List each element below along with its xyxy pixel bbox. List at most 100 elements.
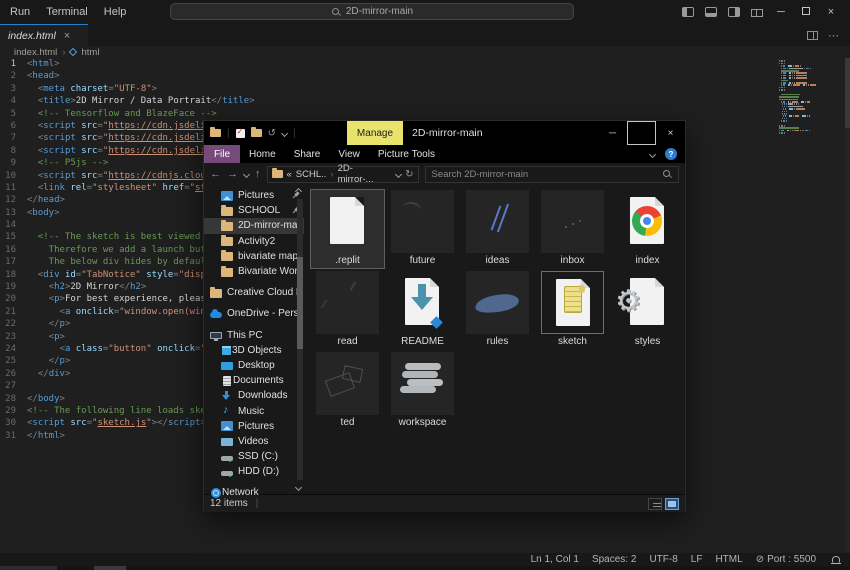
language-mode[interactable]: HTML — [715, 554, 742, 565]
sidebar-item-desktop[interactable]: Desktop — [204, 358, 304, 373]
line-number: 5 — [0, 108, 16, 120]
split-editor-icon[interactable] — [807, 31, 818, 40]
new-folder-icon[interactable] — [251, 129, 262, 137]
file-tile-rules[interactable]: rules — [460, 270, 535, 350]
taskbar-app-segment[interactable] — [0, 566, 57, 570]
help-icon[interactable]: ? — [665, 148, 677, 160]
symbol-cube-icon — [69, 48, 77, 56]
file-tile-sketch[interactable]: sketch — [535, 270, 610, 350]
sidebar-item-network[interactable]: Network — [204, 485, 304, 500]
explorer-back-icon[interactable]: ← — [210, 168, 221, 180]
expand-ribbon-icon[interactable] — [649, 150, 656, 157]
encoding[interactable]: UTF-8 — [649, 554, 677, 565]
file-icon — [391, 190, 454, 253]
sidebar-item-school[interactable]: SCHOOL — [204, 203, 304, 218]
eol[interactable]: LF — [691, 554, 703, 565]
ribbon-tab-picture-tools[interactable]: Picture Tools — [369, 145, 444, 163]
line-number: 14 — [0, 219, 16, 231]
explorer-minimize-button[interactable]: ─ — [598, 121, 627, 145]
address-crumb-current[interactable]: 2D-mirror-... — [338, 163, 389, 185]
close-tab-icon[interactable]: × — [64, 30, 70, 42]
sidebar-item-videos[interactable]: Videos — [204, 434, 304, 449]
folder-icon[interactable] — [210, 129, 221, 137]
sidebar-item-ssd-c[interactable]: SSD (C:) — [204, 449, 304, 464]
code-text: </body> — [27, 393, 65, 405]
file-tile-read[interactable]: read — [310, 270, 385, 350]
sidebar-item-activity2[interactable]: Activity2 — [204, 234, 304, 249]
file-tile-styles[interactable]: ⚙styles — [610, 270, 685, 350]
sidebar-item-documents[interactable]: Documents — [204, 373, 304, 388]
properties-icon[interactable] — [236, 129, 245, 138]
taskbar-app-segment[interactable] — [94, 566, 126, 570]
address-bar[interactable]: « SCHL.. › 2D-mirror-... ↻ — [267, 166, 419, 183]
sidebar-item-music[interactable]: Music — [204, 403, 304, 418]
sidebar-item-bivariate-map[interactable]: bivariate map — [204, 249, 304, 264]
manage-tab[interactable]: Manage — [347, 121, 403, 145]
sidebar-scrollbar[interactable] — [297, 199, 303, 480]
menu-terminal[interactable]: Terminal — [46, 6, 88, 18]
notifications-bell-icon[interactable] — [832, 556, 840, 563]
toggle-panel-icon[interactable] — [705, 7, 717, 17]
download-icon — [221, 391, 233, 401]
explorer-close-button[interactable]: × — [656, 121, 685, 145]
menu-help[interactable]: Help — [104, 6, 127, 18]
sidebar-item-hdd-d[interactable]: HDD (D:) — [204, 464, 304, 479]
address-dropdown-icon[interactable] — [395, 170, 402, 177]
sidebar-item-2d-mirror-main[interactable]: 2D-mirror-main — [204, 218, 304, 233]
file-tile-index[interactable]: index — [610, 189, 685, 269]
more-actions-icon[interactable]: ⋯ — [828, 29, 840, 42]
sidebar-item-pictures[interactable]: Pictures — [204, 419, 304, 434]
up-icon[interactable]: ↑ — [255, 168, 261, 180]
file-name: README — [386, 336, 459, 347]
file-tile-workspace[interactable]: workspace — [385, 351, 460, 431]
command-center-search[interactable]: 2D-mirror-main — [170, 3, 574, 20]
editor-scrollbar[interactable] — [845, 58, 850, 553]
breadcrumb-file[interactable]: index.html — [14, 47, 57, 58]
explorer-search-box[interactable]: Search 2D-mirror-main — [425, 166, 680, 183]
sidebar-item-downloads[interactable]: Downloads — [204, 388, 304, 403]
code-text: Therefore we add a launch button — [27, 244, 222, 256]
sidebar-item-pictures[interactable]: Pictures — [204, 188, 304, 203]
address-root[interactable]: « — [287, 169, 292, 180]
cursor-position[interactable]: Ln 1, Col 1 — [531, 554, 579, 565]
file-tile-readme[interactable]: README — [385, 270, 460, 350]
customize-qat-icon[interactable] — [281, 129, 288, 136]
restore-button[interactable] — [799, 6, 813, 18]
file-tile-future[interactable]: future — [385, 189, 460, 269]
toggle-sidebar-icon[interactable] — [682, 7, 694, 17]
breadcrumb-symbol[interactable]: html — [81, 47, 99, 58]
details-view-icon[interactable] — [648, 498, 662, 510]
customize-layout-icon[interactable] — [751, 7, 763, 17]
file-tile-replit[interactable]: .replit — [310, 189, 385, 269]
line-number: 7 — [0, 132, 16, 144]
file-tile-ted[interactable]: ted — [310, 351, 385, 431]
refresh-icon[interactable]: ↻ — [405, 169, 413, 180]
address-crumb-parent[interactable]: SCHL.. — [296, 169, 327, 180]
explorer-maximize-button[interactable] — [627, 121, 656, 145]
file-tile-ideas[interactable]: ideas — [460, 189, 535, 269]
sidebar-item-3d-objects[interactable]: 3D Objects — [204, 343, 304, 358]
sidebar-item-onedrive-person[interactable]: OneDrive - Person — [204, 306, 304, 321]
sidebar-item-this-pc[interactable]: This PC — [204, 328, 304, 343]
minimap[interactable] — [779, 60, 841, 134]
recent-locations-icon[interactable] — [243, 170, 250, 177]
file-tile-inbox[interactable]: inbox — [535, 189, 610, 269]
toggle-secondary-sidebar-icon[interactable] — [728, 7, 740, 17]
undo-icon[interactable]: ↺ — [268, 128, 276, 139]
thumbnail-view-icon[interactable] — [665, 498, 679, 510]
live-server-port[interactable]: ⊘ Port : 5500 — [756, 554, 816, 565]
tab-index-html[interactable]: index.html × — [0, 24, 88, 46]
minimize-button[interactable]: ─ — [774, 6, 788, 18]
file-icon — [316, 190, 379, 253]
ribbon-tab-share[interactable]: Share — [285, 145, 330, 163]
sidebar-item-creative-cloud-fil[interactable]: Creative Cloud Fil — [204, 285, 304, 300]
close-button[interactable]: × — [824, 6, 838, 18]
ribbon-tab-view[interactable]: View — [329, 145, 369, 163]
sidebar-item-bivariate-worksh[interactable]: Bivariate Worksh — [204, 264, 304, 279]
ribbon-tab-file[interactable]: File — [204, 145, 240, 163]
explorer-forward-icon[interactable]: → — [227, 168, 238, 180]
indentation[interactable]: Spaces: 2 — [592, 554, 636, 565]
ribbon-tab-home[interactable]: Home — [240, 145, 285, 163]
sidebar-item-label: This PC — [227, 330, 300, 341]
menu-run[interactable]: Run — [10, 6, 30, 18]
